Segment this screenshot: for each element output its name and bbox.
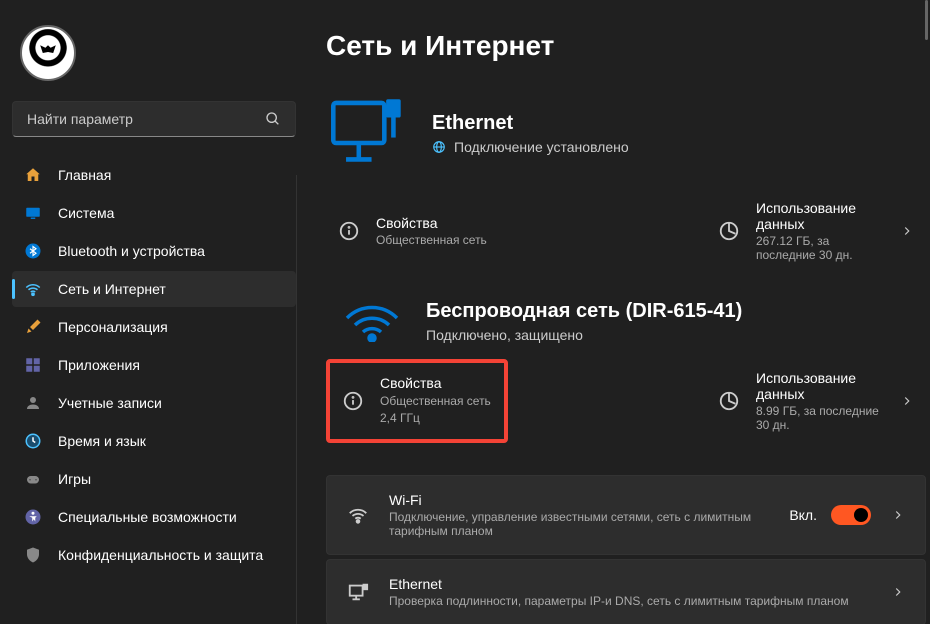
setting-ethernet[interactable]: Ethernet Проверка подлинности, параметры… [326,559,926,624]
wifi-icon [24,280,42,298]
card-title: Использование данных [756,200,884,232]
nav-label: Учетные записи [58,395,162,411]
search-box[interactable] [12,101,296,137]
setting-sub: Подключение, управление известными сетям… [389,510,769,538]
setting-wifi[interactable]: Wi-Fi Подключение, управление известными… [326,475,926,555]
wifi-icon [347,504,369,526]
nav-personalization[interactable]: Персонализация [12,309,296,345]
nav-bluetooth[interactable]: Bluetooth и устройства [12,233,296,269]
toggle-label: Вкл. [789,507,817,523]
card-sub: 8.99 ГБ, за последние 30 дн. [756,404,884,432]
nav-gaming[interactable]: Игры [12,461,296,497]
scrollbar[interactable] [925,0,928,40]
nav-label: Конфиденциальность и защита [58,547,263,563]
nav-apps[interactable]: Приложения [12,347,296,383]
setting-title: Wi-Fi [389,492,769,508]
wifi-properties-card[interactable]: Свойства Общественная сеть2,4 ГГц [326,359,508,443]
ethernet-properties-card[interactable]: Свойства Общественная сеть [326,207,686,255]
nav-accounts[interactable]: Учетные записи [12,385,296,421]
nav-label: Система [58,205,114,221]
chevron-right-icon [891,508,905,522]
user-icon [24,394,42,412]
setting-sub: Проверка подлинности, параметры IP-и DNS… [389,594,871,608]
ethernet-status: Подключение установлено [432,139,629,155]
card-sub: Общественная сеть [376,233,674,247]
nav-privacy[interactable]: Конфиденциальность и защита [12,537,296,573]
nav-label: Игры [58,471,91,487]
page-title: Сеть и Интернет [326,30,926,62]
ethernet-title: Ethernet [432,112,629,135]
card-title: Свойства [380,375,492,391]
search-icon [265,111,281,127]
nav-label: Главная [58,167,111,183]
nav-label: Время и язык [58,433,146,449]
brush-icon [24,318,42,336]
card-title: Использование данных [756,370,884,402]
nav-home[interactable]: Главная [12,157,296,193]
nav-system[interactable]: Система [12,195,296,231]
nav-accessibility[interactable]: Специальные возможности [12,499,296,535]
bluetooth-icon [24,242,42,260]
wifi-title: Беспроводная сеть (DIR-615-41) [426,300,742,323]
wifi-usage-card[interactable]: Использование данных 8.99 ГБ, за последн… [706,362,926,440]
chevron-right-icon [900,394,914,408]
apps-icon [24,356,42,374]
wifi-header: Беспроводная сеть (DIR-615-41) Подключен… [342,300,926,343]
card-sub: 267.12 ГБ, за последние 30 дн. [756,234,884,262]
globe-icon [432,140,446,154]
system-icon [24,204,42,222]
nav-label: Персонализация [58,319,168,335]
nav-label: Сеть и Интернет [58,281,166,297]
home-icon [24,166,42,184]
ethernet-usage-card[interactable]: Использование данных 267.12 ГБ, за после… [706,192,926,270]
gamepad-icon [24,470,42,488]
info-icon [342,390,364,412]
accessibility-icon [24,508,42,526]
ethernet-icon [347,581,369,603]
chevron-right-icon [891,585,905,599]
setting-title: Ethernet [389,576,871,592]
nav-label: Bluetooth и устройства [58,243,205,259]
chevron-right-icon [900,224,914,238]
wifi-toggle[interactable] [831,505,871,525]
clock-icon [24,432,42,450]
user-avatar[interactable] [20,25,76,81]
card-title: Свойства [376,215,674,231]
card-sub: Общественная сеть2,4 ГГц [380,393,492,427]
ethernet-header: Ethernet Подключение установлено [326,92,926,174]
nav-time[interactable]: Время и язык [12,423,296,459]
search-input[interactable] [27,111,265,127]
usage-icon [718,220,740,242]
usage-icon [718,390,740,412]
wifi-status: Подключено, защищено [426,327,742,343]
nav-label: Приложения [58,357,140,373]
wifi-big-icon [342,302,402,342]
shield-icon [24,546,42,564]
divider [296,175,297,624]
nav-network[interactable]: Сеть и Интернет [12,271,296,307]
ethernet-big-icon [326,92,408,174]
info-icon [338,220,360,242]
nav-label: Специальные возможности [58,509,237,525]
